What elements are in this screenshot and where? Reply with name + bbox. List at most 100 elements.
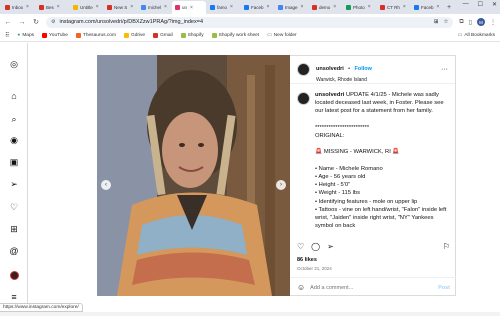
home-icon[interactable]: ⌂ <box>8 90 20 102</box>
notifications-icon[interactable]: ♡ <box>8 201 20 213</box>
reload-icon[interactable]: ↻ <box>32 18 40 26</box>
bookmark-thesaurus[interactable]: Thesaurus.com <box>75 33 116 38</box>
all-bookmarks[interactable]: ▭ All Bookmarks <box>458 33 495 38</box>
post-details-panel: unsolvedri • Follow Warwick, Rhode Islan… <box>290 55 456 296</box>
tab-favicon-icon <box>414 4 419 10</box>
close-tab-icon[interactable]: × <box>301 4 304 10</box>
browser-tab[interactable]: Faceb × <box>411 2 444 13</box>
close-tab-icon[interactable]: × <box>26 4 29 10</box>
forward-icon[interactable]: → <box>18 19 26 26</box>
browser-tab[interactable]: Bes × <box>36 2 69 13</box>
close-tab-icon[interactable]: × <box>130 4 133 10</box>
bookmark-shopify-worksheet[interactable]: Shopify work sheet <box>211 33 259 38</box>
browser-tab[interactable]: Faceb × <box>241 2 274 13</box>
caption-text: unsolvedri UPDATE 4/1/25 - Michele was s… <box>315 91 450 241</box>
comment-input[interactable]: Add a comment... <box>310 285 353 291</box>
tab-label: Bes <box>46 4 54 10</box>
tab-label: Faceb <box>251 4 264 10</box>
browser-tab[interactable]: Untitle × <box>70 2 103 13</box>
previous-image-button[interactable]: ‹ <box>101 180 111 190</box>
tab-label: New S <box>114 4 128 10</box>
tab-favicon-icon <box>5 4 10 10</box>
maximize-icon[interactable]: ☐ <box>478 1 483 8</box>
folder-icon: ▭ <box>267 33 272 38</box>
status-bar-url: https://www.instagram.com/explore/ <box>0 303 83 312</box>
author-username[interactable]: unsolvedri <box>316 66 344 72</box>
back-icon[interactable]: ← <box>4 19 12 26</box>
search-icon[interactable]: ⌕ <box>8 113 20 125</box>
browser-tab[interactable]: Photo × <box>343 2 376 13</box>
bookmark-gmail[interactable]: Gmail <box>153 33 173 38</box>
bookmark-maps[interactable]: ● Maps <box>17 33 34 38</box>
shopify-icon <box>180 33 186 38</box>
post-caption: unsolvedri UPDATE 4/1/25 - Michele was s… <box>297 91 450 241</box>
close-tab-icon[interactable]: × <box>96 4 99 10</box>
close-tab-icon[interactable]: × <box>267 4 270 10</box>
tab-favicon-icon <box>39 4 44 10</box>
bookmark-new-folder[interactable]: ▭ New folder <box>267 33 296 38</box>
reels-icon[interactable]: ▣ <box>8 156 20 168</box>
create-icon[interactable]: ⊞ <box>8 223 20 235</box>
more-options-icon[interactable]: ··· <box>441 66 448 73</box>
explore-icon[interactable]: ◉ <box>8 134 20 146</box>
browser-tab[interactable]: demo × <box>309 2 342 13</box>
browser-tab[interactable]: Inbox × <box>2 2 35 13</box>
follow-button[interactable]: Follow <box>354 66 371 72</box>
thesaurus-icon <box>75 33 81 38</box>
close-window-icon[interactable]: ✕ <box>492 1 497 8</box>
bookmark-star-icon[interactable]: ☆ <box>443 19 448 25</box>
profile-avatar-icon[interactable] <box>8 269 20 281</box>
bookmark-youtube[interactable]: YouTube <box>42 33 68 38</box>
install-icon[interactable]: ⊞ <box>434 19 439 25</box>
post-location[interactable]: Warwick, Rhode Island <box>316 77 372 83</box>
bookmark-shopify[interactable]: Shopify <box>180 33 204 38</box>
threads-icon[interactable]: @ <box>8 245 20 257</box>
comment-bar: ☺ Add a comment... Post <box>297 283 450 292</box>
post-comment-button[interactable]: Post <box>438 285 450 291</box>
site-info-icon[interactable]: ⚙ <box>51 19 55 25</box>
caption-username[interactable]: unsolvedri <box>315 92 344 98</box>
url-text: instagram.com/unsolvedri/p/DBXZzw1PRAg/?… <box>59 19 204 25</box>
browser-tab[interactable]: michel × <box>138 2 171 13</box>
hamburger-menu-icon[interactable]: ≡ <box>8 291 20 303</box>
new-tab-icon[interactable]: + <box>447 4 451 11</box>
caption-line: • Identifying features - mole on upper l… <box>315 198 418 205</box>
browser-tab[interactable]: Image × <box>275 2 308 13</box>
comment-icon[interactable]: ◯ <box>311 242 320 251</box>
browser-tab[interactable]: CT Rh × <box>377 2 410 13</box>
minimize-icon[interactable]: — <box>463 1 469 8</box>
close-tab-icon[interactable]: × <box>403 4 406 10</box>
close-tab-icon[interactable]: × <box>333 4 336 10</box>
sidepanel-icon[interactable]: ▯ <box>469 19 472 26</box>
post-photo[interactable]: ‹ › <box>97 55 290 296</box>
emoji-icon[interactable]: ☺ <box>297 283 305 292</box>
browser-menu-icon[interactable]: ⋮ <box>490 19 496 26</box>
author-avatar[interactable] <box>297 63 310 76</box>
tab-favicon-icon <box>346 4 351 10</box>
like-heart-icon[interactable]: ♡ <box>297 242 304 251</box>
instagram-logo-icon[interactable]: ◎ <box>8 58 20 70</box>
close-tab-icon[interactable]: × <box>190 5 193 11</box>
bookmark-gdrive[interactable]: Gdrive <box>123 33 145 38</box>
address-bar[interactable]: ⚙ instagram.com/unsolvedri/p/DBXZzw1PRAg… <box>46 16 454 28</box>
share-icon[interactable]: ➢ <box>327 242 334 251</box>
tab-label: Photo <box>353 4 365 10</box>
profile-avatar[interactable]: M <box>477 18 485 26</box>
close-tab-icon[interactable]: × <box>164 4 167 10</box>
next-image-button[interactable]: › <box>276 180 286 190</box>
close-tab-icon[interactable]: × <box>57 4 60 10</box>
browser-tab[interactable]: famo × <box>207 2 240 13</box>
caption-line: • Height - 5'0" <box>315 182 351 189</box>
browser-tab[interactable]: un × <box>172 1 206 14</box>
close-tab-icon[interactable]: × <box>437 4 440 10</box>
caption-avatar[interactable] <box>297 92 310 105</box>
tab-label: Faceb <box>421 4 434 10</box>
save-bookmark-icon[interactable]: ⚐ <box>443 242 450 251</box>
close-tab-icon[interactable]: × <box>368 4 371 10</box>
extensions-icon[interactable]: ⧉ <box>459 19 463 26</box>
messages-icon[interactable]: ➢ <box>8 178 20 190</box>
close-tab-icon[interactable]: × <box>230 4 233 10</box>
apps-icon[interactable]: ⠿ <box>5 32 9 39</box>
like-count[interactable]: 86 likes <box>297 257 317 263</box>
browser-tab[interactable]: New S × <box>104 2 137 13</box>
